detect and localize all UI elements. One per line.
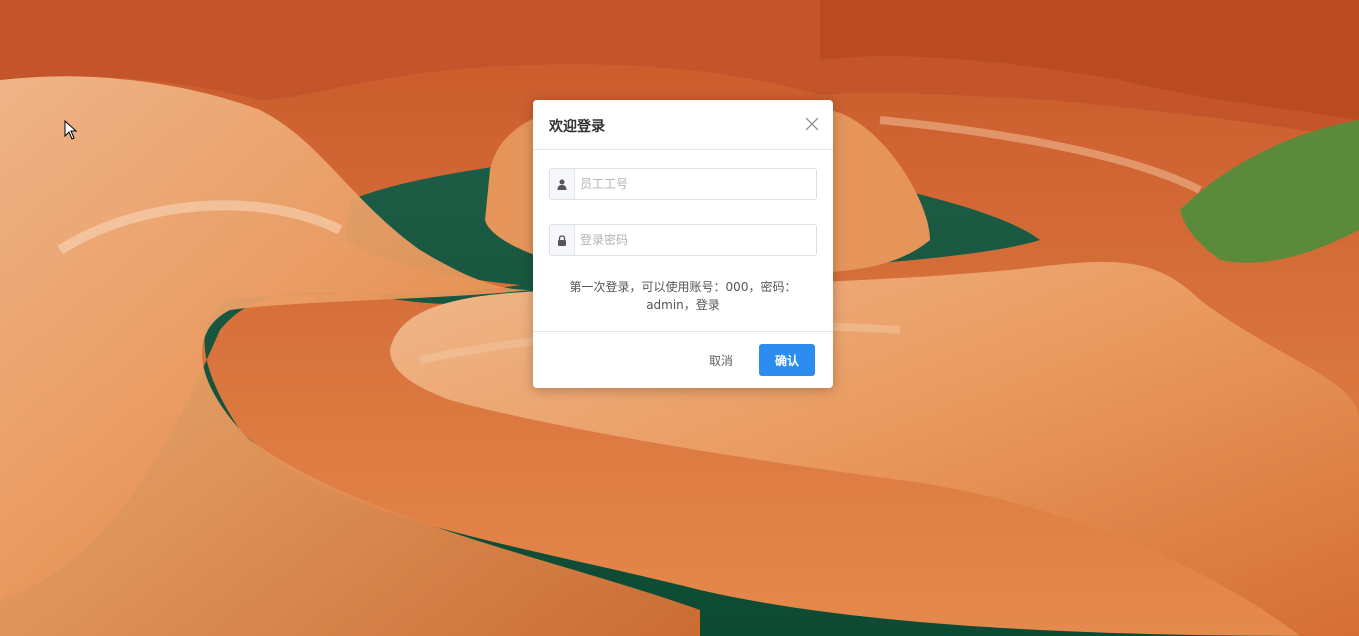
dialog-header: 欢迎登录 xyxy=(533,100,833,150)
lock-icon xyxy=(550,225,575,255)
close-icon[interactable] xyxy=(805,117,819,131)
dialog-title: 欢迎登录 xyxy=(549,119,605,135)
user-icon xyxy=(550,169,575,199)
password-field xyxy=(549,224,817,256)
cancel-button[interactable]: 取消 xyxy=(697,344,745,376)
footer-divider xyxy=(533,331,833,332)
username-field xyxy=(549,168,817,200)
login-hint-text: 第一次登录，可以使用账号：000，密码：admin，登录 xyxy=(569,280,797,312)
username-input[interactable] xyxy=(580,169,810,199)
login-dialog: 欢迎登录 第一次登录，可以使用账号：000，密码：admin，登录 取消 确认 xyxy=(533,100,833,388)
password-input[interactable] xyxy=(580,225,810,255)
confirm-button[interactable]: 确认 xyxy=(759,344,815,376)
mouse-cursor-icon xyxy=(64,120,78,140)
